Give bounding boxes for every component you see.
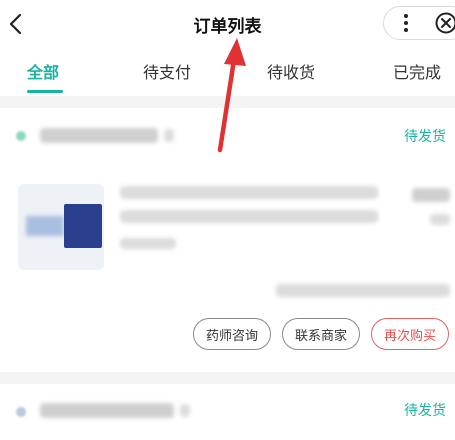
tab-pending-receipt[interactable]: 待收货 <box>267 59 315 83</box>
order-total <box>276 284 450 297</box>
order-status: 待发货 <box>404 129 446 145</box>
tab-all[interactable]: 全部 <box>27 59 59 83</box>
order-tabs: 全部 待支付 待收货 已完成 <box>0 50 455 96</box>
contact-merchant-button[interactable]: 联系商家 <box>282 318 360 350</box>
order-card[interactable]: 待发货 <box>0 384 455 440</box>
chevron-right-icon <box>180 404 190 417</box>
shop-icon <box>16 407 26 417</box>
order-status: 待发货 <box>404 403 446 419</box>
top-bar: 订单列表 <box>0 0 455 50</box>
product-name <box>120 186 378 199</box>
more-vertical-icon[interactable] <box>398 13 414 33</box>
tab-completed[interactable]: 已完成 <box>393 59 441 83</box>
shop-name[interactable] <box>40 128 158 143</box>
product-price <box>412 188 450 202</box>
product-name-line-2 <box>120 210 378 223</box>
tab-pending-payment[interactable]: 待支付 <box>143 59 191 83</box>
product-spec <box>120 238 176 249</box>
active-tab-indicator <box>27 90 63 93</box>
chevron-right-icon <box>164 129 174 142</box>
close-circle-icon[interactable] <box>434 11 455 35</box>
shop-icon <box>16 131 26 141</box>
order-card[interactable]: 待发货 药师咨询 联系商家 再次购买 <box>0 108 455 372</box>
product-quantity <box>430 214 450 225</box>
shop-name[interactable] <box>40 403 174 418</box>
pharmacist-consult-button[interactable]: 药师咨询 <box>193 318 271 350</box>
product-image[interactable] <box>18 184 104 270</box>
buy-again-button[interactable]: 再次购买 <box>371 318 449 350</box>
mini-program-capsule <box>383 6 455 40</box>
